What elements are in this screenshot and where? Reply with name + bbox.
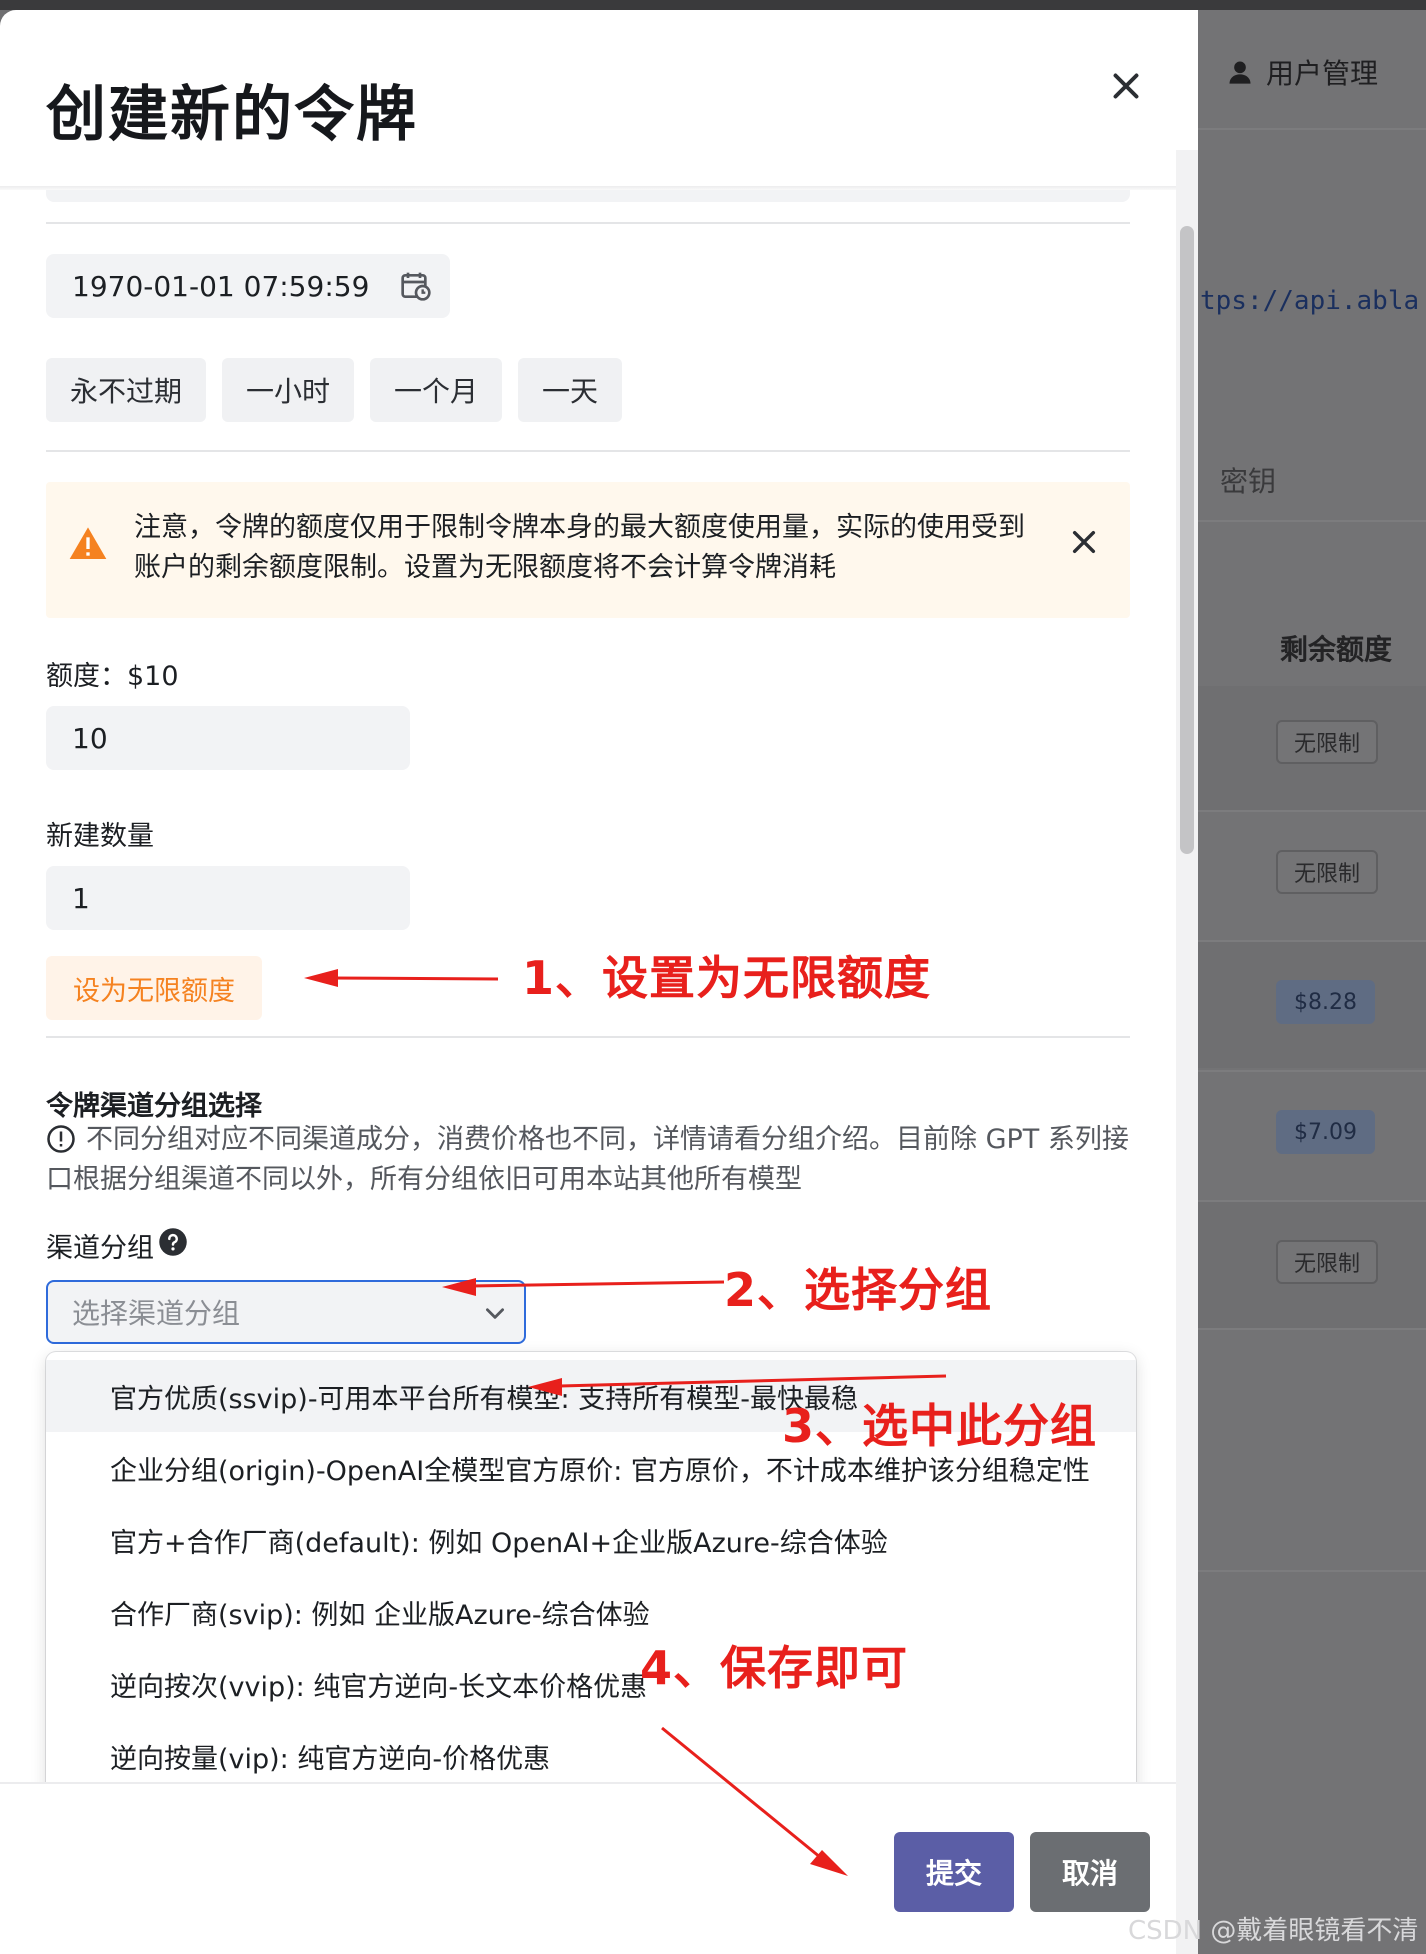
count-label: 新建数量: [46, 821, 154, 852]
watermark: CSDN @戴着眼镜看不清: [1128, 1916, 1419, 1946]
one-hour-button[interactable]: 一小时: [222, 358, 354, 422]
bg-divider: [1198, 1070, 1426, 1072]
bg-divider: [1198, 1328, 1426, 1330]
scrollbar-thumb[interactable]: [1180, 226, 1194, 854]
one-month-button[interactable]: 一个月: [370, 358, 502, 422]
quota-tag: $7.09: [1276, 1110, 1375, 1154]
annotation-step3: 3、选中此分组: [782, 1399, 1098, 1453]
submit-button[interactable]: 提交: [894, 1832, 1014, 1912]
help-icon[interactable]: [158, 1227, 188, 1257]
quota-warning-banner: 注意，令牌的额度仅用于限制令牌本身的最大额度使用量，实际的使用受到账户的剩余额度…: [46, 482, 1130, 618]
quota-tag: $8.28: [1276, 980, 1375, 1024]
cancel-button[interactable]: 取消: [1030, 1832, 1150, 1912]
group-option-default[interactable]: 官方+合作厂商(default): 例如 OpenAI+企业版Azure-综合体…: [46, 1504, 1136, 1576]
never-expire-button[interactable]: 永不过期: [46, 358, 206, 422]
group-description: 不同分组对应不同渠道成分，消费价格也不同，详情请看分组介绍。目前除 GPT 系列…: [46, 1124, 1129, 1195]
count-input[interactable]: 1: [46, 866, 410, 930]
warning-text: 注意，令牌的额度仅用于限制令牌本身的最大额度使用量，实际的使用受到账户的剩余额度…: [134, 512, 1025, 583]
group-label-row: 渠道分组: [46, 1226, 188, 1265]
user-menu[interactable]: 用户管理: [1226, 52, 1378, 92]
quota-label: 额度：$10: [46, 661, 179, 692]
divider: [46, 1036, 1130, 1038]
user-menu-label: 用户管理: [1266, 57, 1379, 90]
remaining-header: 剩余额度: [1280, 633, 1393, 666]
user-icon: [1229, 61, 1251, 84]
chevron-down-icon: [486, 1308, 504, 1319]
quota-tag: 无限制: [1276, 850, 1379, 894]
annotation-step4: 4、保存即可: [640, 1641, 909, 1695]
background-page: 用户管理 tps://api.abla 密钥 剩余额度 无限制 无限制 $8.2…: [1198, 10, 1426, 1954]
quota-tag: 无限制: [1276, 720, 1379, 764]
quota-input[interactable]: 10: [46, 706, 410, 770]
bg-divider: [1198, 810, 1426, 812]
expire-datetime-value: 1970-01-01 07:59:59: [72, 269, 370, 303]
set-unlimited-button[interactable]: 设为无限额度: [46, 956, 262, 1020]
annotation-step1: 1、设置为无限额度: [522, 951, 932, 1005]
bg-divider: [1198, 520, 1426, 522]
api-url-fragment: tps://api.abla: [1200, 286, 1420, 316]
warning-icon: [69, 527, 107, 559]
close-icon[interactable]: [1108, 68, 1144, 104]
window-top-strip: [0, 0, 1426, 10]
group-option-vvip[interactable]: 逆向按次(vvip): 纯官方逆向-长文本价格优惠: [46, 1648, 1136, 1720]
group-section-title: 令牌渠道分组选择: [46, 1091, 262, 1122]
annotation-step2: 2、选择分组: [724, 1263, 993, 1317]
group-option-svip[interactable]: 合作厂商(svip): 例如 企业版Azure-综合体验: [46, 1576, 1136, 1648]
key-header: 密钥: [1220, 465, 1277, 498]
calendar-icon[interactable]: [400, 270, 432, 302]
expire-datetime-input[interactable]: 1970-01-01 07:59:59: [46, 254, 450, 318]
divider: [46, 450, 1130, 452]
modal-title: 创建新的令牌: [46, 80, 418, 150]
group-select[interactable]: 选择渠道分组: [46, 1280, 526, 1344]
previous-field-edge: [46, 190, 1130, 202]
group-label: 渠道分组: [46, 1233, 154, 1264]
group-select-placeholder: 选择渠道分组: [72, 1297, 241, 1330]
bg-divider: [1198, 128, 1426, 130]
close-icon[interactable]: [1068, 526, 1100, 558]
divider: [46, 222, 1130, 224]
bg-divider: [1198, 1570, 1426, 1572]
one-day-button[interactable]: 一天: [518, 358, 622, 422]
quota-tag: 无限制: [1276, 1240, 1379, 1284]
